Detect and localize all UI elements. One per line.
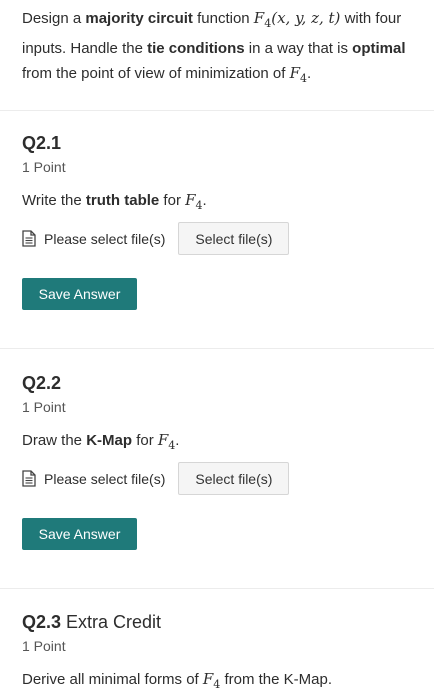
question-prompt: Draw the K-Map for F4.	[22, 431, 180, 452]
question-title: Q2.1	[22, 133, 62, 153]
intro-text: in a way that is	[244, 39, 353, 57]
math-f4: F4	[289, 64, 308, 85]
intro-text: .	[307, 65, 312, 82]
question-points: 1 Point	[22, 638, 66, 654]
save-answer-button[interactable]: Save Answer	[22, 518, 137, 550]
intro-text: function	[192, 10, 254, 27]
question-prompt: Write the truth table for F4.	[22, 191, 207, 212]
file-status-label: Please select file(s)	[44, 470, 166, 487]
intro-bold-majority: majority circuit	[85, 10, 193, 27]
file-upload-row: Please select file(s) Select file(s)	[22, 462, 290, 495]
file-upload-row: Please select file(s) Select file(s)	[22, 222, 290, 255]
divider	[0, 110, 434, 111]
question-intro: Design a majority circuit function F4(x,…	[22, 6, 414, 92]
extra-credit-label: Extra Credit	[61, 612, 162, 632]
file-document-icon	[22, 470, 36, 487]
question-title: Q2.2	[22, 373, 62, 393]
save-answer-button[interactable]: Save Answer	[22, 278, 137, 310]
question-prompt: Derive all minimal forms of F4 from the …	[22, 670, 332, 691]
divider	[0, 588, 434, 589]
intro-text: Design a	[22, 10, 86, 27]
intro-text: from the point of view of minimization o…	[22, 65, 290, 82]
intro-bold-optimal: optimal	[352, 39, 406, 57]
select-files-button[interactable]: Select file(s)	[178, 222, 290, 255]
select-files-button[interactable]: Select file(s)	[178, 462, 290, 495]
question-2-1: Q2.1 1 Point Write the truth table for F…	[22, 132, 422, 322]
math-function: F4(x, y, z, t)	[253, 9, 341, 30]
question-points: 1 Point	[22, 159, 66, 175]
question-title: Q2.3 Extra Credit	[22, 612, 162, 632]
file-status-label: Please select file(s)	[44, 230, 166, 247]
question-points: 1 Point	[22, 399, 66, 415]
question-2-3: Q2.3 Extra Credit 1 Point Derive all min…	[22, 611, 422, 700]
intro-bold-tie: tie conditions	[147, 39, 245, 57]
question-2-2: Q2.2 1 Point Draw the K-Map for F4. Plea…	[22, 372, 422, 562]
file-document-icon	[22, 230, 36, 247]
divider	[0, 348, 434, 349]
